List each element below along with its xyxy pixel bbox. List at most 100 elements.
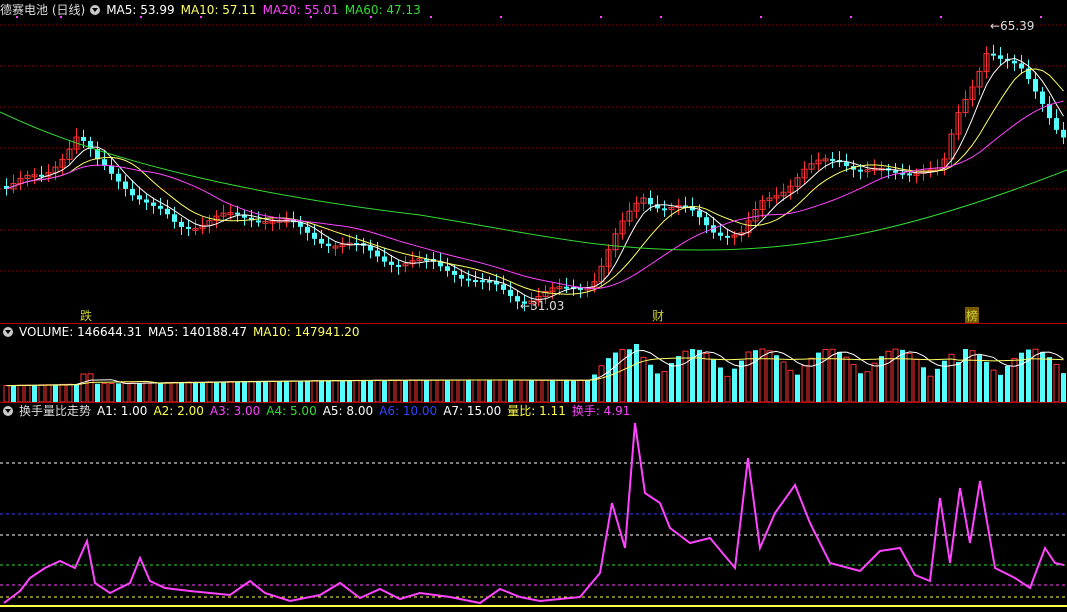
a5-label: A5: 8.00	[322, 404, 374, 418]
candle-body	[179, 221, 184, 227]
volume-bar	[122, 382, 129, 402]
volume-bar	[305, 380, 310, 402]
candle-body	[991, 53, 996, 56]
volume-bar	[535, 379, 542, 402]
volume-bar	[87, 373, 94, 402]
volume-bar	[864, 371, 871, 402]
volume-bar	[913, 358, 920, 402]
volume-bar	[137, 382, 142, 402]
kline-panel[interactable]: 德赛电池 (日线) MA5: 53.99 MA10: 57.11 MA20: 55.0…	[0, 0, 1067, 324]
candle-body	[375, 250, 380, 257]
volume-bar	[143, 382, 150, 402]
volume-bar	[906, 352, 913, 402]
volume-bar	[437, 379, 444, 402]
volume-bar	[493, 379, 500, 402]
volume-bar	[1061, 373, 1066, 402]
ma20-label: MA20: 55.01	[262, 3, 339, 17]
volume-bar	[619, 348, 626, 402]
candle-body	[697, 210, 702, 218]
volume-bar	[395, 379, 402, 402]
turnover-rate-line	[3, 422, 1065, 605]
candle-body	[326, 243, 331, 247]
volume-bar	[227, 381, 234, 402]
volume-dropdown-icon[interactable]	[3, 327, 13, 337]
volume-bar	[661, 371, 668, 402]
volume-bar	[326, 380, 331, 402]
volume-bar	[774, 355, 779, 402]
candle-body	[137, 195, 142, 200]
candle-body	[718, 232, 723, 236]
candle-body	[123, 181, 128, 189]
candle-body	[648, 198, 653, 205]
volume-bar	[956, 362, 961, 402]
a2-label: A2: 2.00	[153, 404, 204, 418]
volume-bar	[116, 383, 121, 402]
volume-bar	[430, 379, 437, 402]
volume-bar	[416, 379, 423, 402]
volume-bar	[487, 380, 492, 402]
volume-bar	[948, 353, 955, 402]
candle-body	[858, 169, 863, 172]
volume-panel[interactable]: VOLUME: 146644.31 MA5: 140188.47 MA10: 147…	[0, 324, 1067, 402]
volume-bar	[409, 379, 416, 402]
candle-body	[893, 170, 898, 173]
ma60-line	[0, 111, 1067, 251]
ma10-label: MA10: 57.11	[180, 3, 257, 17]
event-marker-bang[interactable]: 榜	[965, 307, 980, 324]
candle-body	[235, 212, 240, 215]
volume-bar	[795, 374, 800, 402]
ma5-label: MA5: 53.99	[106, 3, 175, 17]
event-marker-cai[interactable]: 财	[652, 307, 664, 324]
volume-bar	[669, 363, 674, 402]
volume-bar	[571, 380, 576, 402]
volume-bar	[718, 367, 723, 402]
volume-bar	[206, 381, 213, 402]
candle-body	[186, 226, 191, 229]
candlestick-chart[interactable]	[0, 0, 1067, 323]
volume-bar	[368, 380, 373, 402]
volume-ratio-label: 量比: 1.11	[507, 404, 566, 418]
volume-bar	[214, 381, 219, 402]
volume-bar	[977, 355, 982, 402]
volume-bar	[648, 364, 653, 402]
volume-bar	[311, 380, 318, 402]
candle-body	[907, 173, 912, 176]
volume-bar	[179, 382, 184, 402]
turnover-dropdown-icon[interactable]	[3, 406, 13, 416]
volume-bar	[11, 385, 16, 402]
turnover-title: 换手量比走势	[19, 404, 92, 418]
volume-bar	[843, 356, 850, 402]
volume-bar	[80, 373, 87, 402]
volume-bar	[164, 382, 171, 402]
candle-body	[305, 226, 310, 233]
volume-bar	[606, 358, 611, 402]
volume-bar	[45, 384, 52, 402]
turnover-header: 换手量比走势 A1: 1.00 A2: 2.00 A3: 3.00 A4: 5.00 A5…	[0, 403, 636, 419]
volume-bar	[829, 348, 836, 402]
turnover-panel[interactable]: 换手量比走势 A1: 1.00 A2: 2.00 A3: 3.00 A4: 5.00 A5…	[0, 403, 1067, 612]
candle-body	[130, 188, 135, 196]
volume-bar	[508, 380, 513, 402]
volume-bar	[564, 380, 569, 402]
indicator-dropdown-icon[interactable]	[90, 5, 101, 15]
volume-bar	[95, 383, 100, 402]
volume-bar	[858, 373, 863, 402]
ma20-line	[6, 100, 1064, 290]
volume-bar	[458, 379, 465, 402]
ma10-line	[6, 68, 1064, 295]
volume-bar	[1005, 366, 1010, 402]
signal-dot	[500, 16, 502, 18]
event-marker-die[interactable]: 跌	[80, 307, 92, 324]
low-price-label: ←31.03	[520, 299, 565, 313]
volume-bar	[780, 361, 787, 402]
turnover-chart[interactable]	[0, 403, 1067, 612]
volume-bar	[500, 379, 507, 402]
volume-bar	[319, 380, 324, 402]
volume-bar	[682, 350, 689, 402]
volume-bar	[263, 381, 268, 402]
signal-dot	[660, 16, 662, 18]
volume-bar	[808, 357, 815, 402]
candle-body	[116, 173, 121, 182]
signal-dot	[850, 16, 852, 18]
candle-body	[725, 235, 730, 238]
